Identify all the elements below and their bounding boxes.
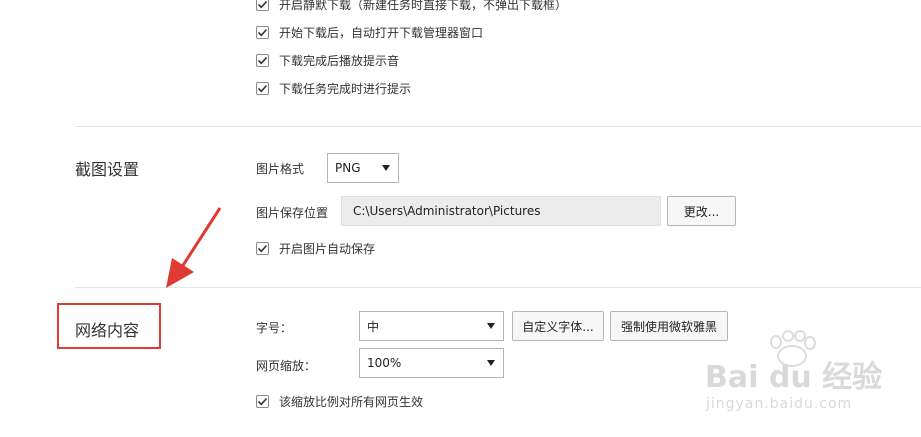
image-format-select[interactable]: PNG (327, 153, 399, 183)
dropdown-arrow-icon (487, 360, 495, 366)
open-manager-label: 开始下载后，自动打开下载管理器窗口 (279, 25, 484, 40)
change-path-button[interactable]: 更改... (667, 196, 736, 226)
zoom-select[interactable]: 100% (359, 348, 504, 378)
play-sound-checkbox-row[interactable]: 下载完成后播放提示音 (256, 52, 399, 68)
screenshot-section-title: 截图设置 (75, 160, 140, 179)
auto-save-label: 开启图片自动保存 (279, 241, 376, 256)
section-divider (75, 126, 921, 127)
task-complete-notify-checkbox[interactable] (256, 81, 269, 95)
check-icon (257, 28, 268, 36)
font-size-select[interactable]: 中 (359, 311, 504, 341)
check-icon (257, 244, 268, 252)
save-location-label: 图片保存位置 (256, 206, 329, 220)
image-format-label: 图片格式 (256, 162, 305, 176)
save-path-field[interactable]: C:\Users\Administrator\Pictures (341, 196, 661, 226)
image-format-value: PNG (335, 161, 361, 175)
custom-font-button[interactable]: 自定义字体... (512, 311, 604, 341)
highlight-box (57, 303, 161, 349)
watermark-url: jingyan.baidu.com (706, 396, 853, 412)
force-yahei-button[interactable]: 强制使用微软雅黑 (610, 311, 728, 341)
task-complete-notify-label: 下载任务完成时进行提示 (279, 81, 412, 96)
watermark-brand: Bai du 经验 (705, 360, 883, 395)
auto-save-checkbox-row[interactable]: 开启图片自动保存 (256, 240, 375, 256)
font-size-label: 字号： (256, 321, 293, 335)
annotation-arrow-icon (166, 207, 222, 288)
font-size-value: 中 (367, 319, 380, 334)
apply-all-label: 该缩放比例对所有网页生效 (279, 394, 424, 409)
task-complete-notify-checkbox-row[interactable]: 下载任务完成时进行提示 (256, 80, 411, 96)
zoom-label: 网页缩放： (256, 359, 317, 373)
silent-download-checkbox[interactable] (256, 0, 269, 11)
open-manager-checkbox-row[interactable]: 开始下载后，自动打开下载管理器窗口 (256, 24, 483, 40)
auto-save-checkbox[interactable] (256, 241, 269, 255)
dropdown-arrow-icon (382, 165, 390, 171)
check-icon (257, 397, 268, 405)
check-icon (257, 84, 268, 92)
play-sound-label: 下载完成后播放提示音 (279, 53, 400, 68)
apply-all-checkbox[interactable] (256, 394, 269, 408)
open-manager-checkbox[interactable] (256, 25, 269, 39)
dropdown-arrow-icon (487, 323, 495, 329)
check-icon (257, 0, 268, 8)
check-icon (257, 56, 268, 64)
zoom-value: 100% (367, 356, 402, 370)
play-sound-checkbox[interactable] (256, 53, 269, 67)
apply-all-checkbox-row[interactable]: 该缩放比例对所有网页生效 (256, 393, 423, 409)
silent-download-checkbox-row[interactable]: 开启静默下载（新建任务时直接下载，不弹出下载框） (256, 0, 567, 12)
settings-page: 开启静默下载（新建任务时直接下载，不弹出下载框） 开始下载后，自动打开下载管理器… (0, 0, 921, 437)
silent-download-label: 开启静默下载（新建任务时直接下载，不弹出下载框） (279, 0, 568, 12)
save-path-value: C:\Users\Administrator\Pictures (353, 204, 541, 218)
